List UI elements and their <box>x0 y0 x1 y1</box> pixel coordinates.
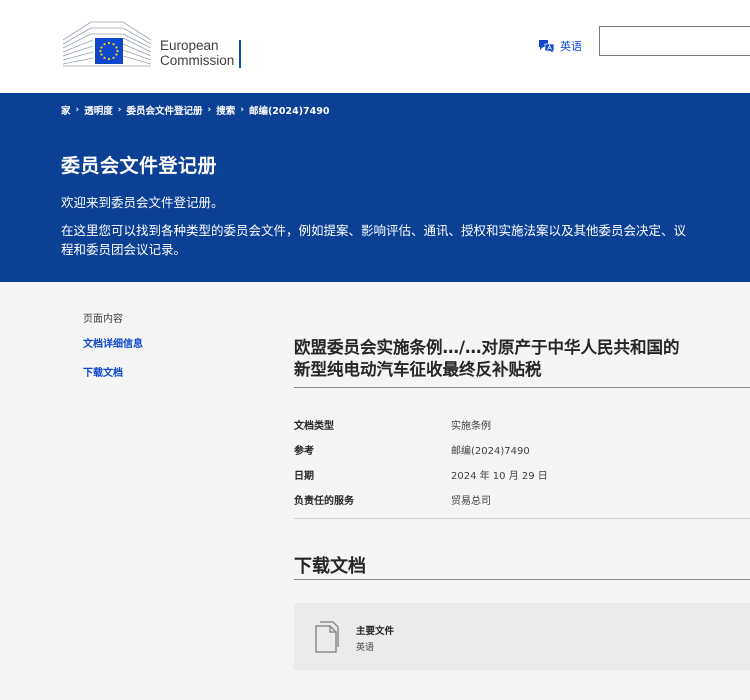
document-title-line-2: 新型纯电动汽车征收最终反补贴税 <box>294 360 542 379</box>
logo-line-1: European <box>160 38 219 53</box>
document-file-icon <box>315 621 339 653</box>
breadcrumb: 家 › 透明度 › 委员会文件登记册 › 搜索 › 邮编(2024)7490 <box>61 103 330 117</box>
chevron-right-icon: › <box>75 105 80 115</box>
chevron-right-icon: › <box>240 105 244 115</box>
breadcrumb-item-current: 邮编(2024)7490 <box>248 106 330 117</box>
detail-value: 实施条例 <box>451 421 491 432</box>
document-title: 欧盟委员会实施条例…/…对原产于中华人民共和国的 新型纯电动汽车征收最终反补贴税 <box>294 337 750 381</box>
page-title: 委员会文件登记册 <box>61 155 218 177</box>
detail-value: 邮编(2024)7490 <box>451 446 530 457</box>
search-input[interactable] <box>599 26 750 56</box>
document-title-line-1: 欧盟委员会实施条例…/…对原产于中华人民共和国的 <box>294 338 680 357</box>
detail-value: 2024 年 10 月 29 日 <box>451 471 548 482</box>
european-commission-logo[interactable] <box>61 20 153 68</box>
page-contents-nav: 页面内容 文档详细信息 下载文档 <box>83 310 143 393</box>
breadcrumb-item-transparency[interactable]: 透明度 <box>84 103 113 117</box>
detail-label: 文档类型 <box>294 421 334 432</box>
breadcrumb-item-search[interactable]: 搜索 <box>216 103 235 117</box>
logo-line-2: Commission <box>160 53 235 68</box>
breadcrumb-item-home[interactable]: 家 <box>61 103 71 117</box>
toc-link-document-details[interactable]: 文档详细信息 <box>83 335 143 350</box>
language-label: 英语 <box>560 40 582 53</box>
chevron-right-icon: › <box>207 105 212 115</box>
toc-link-download-documents[interactable]: 下载文档 <box>83 364 143 379</box>
detail-label: 参考 <box>294 446 314 457</box>
toc-heading: 页面内容 <box>83 314 123 325</box>
logo-text[interactable]: European Commission <box>160 38 234 68</box>
download-section-heading: 下载文档 <box>294 556 366 577</box>
eu-flag-icon <box>95 38 123 64</box>
download-divider <box>294 579 750 580</box>
file-card-main-document[interactable]: 主要文件 英语 <box>294 603 750 670</box>
chevron-right-icon: › <box>117 105 122 115</box>
site-header: European Commission 英语 <box>0 0 750 93</box>
detail-label: 负责任的服务 <box>294 496 354 507</box>
file-name: 主要文件 <box>356 626 395 637</box>
breadcrumb-item-register[interactable]: 委员会文件登记册 <box>126 103 202 117</box>
title-divider <box>294 387 750 388</box>
detail-value: 贸易总司 <box>451 496 491 507</box>
hero-welcome-text: 欢迎来到委员会文件登记册。 <box>61 195 224 210</box>
main-content: 页面内容 文档详细信息 下载文档 欧盟委员会实施条例…/…对原产于中华人民共和国… <box>0 282 750 700</box>
language-switcher[interactable]: 英语 <box>538 38 582 54</box>
hero-description: 在这里您可以找到各种类型的委员会文件，例如提案、影响评估、通讯、授权和实施法案以… <box>61 223 687 257</box>
detail-label: 日期 <box>294 471 314 482</box>
details-divider <box>294 518 750 519</box>
page-hero: 家 › 透明度 › 委员会文件登记册 › 搜索 › 邮编(2024)7490 委… <box>0 93 750 282</box>
file-language: 英语 <box>356 643 375 653</box>
language-icon <box>539 39 555 54</box>
logo-divider <box>239 40 241 68</box>
logo-building-icon <box>61 20 153 68</box>
